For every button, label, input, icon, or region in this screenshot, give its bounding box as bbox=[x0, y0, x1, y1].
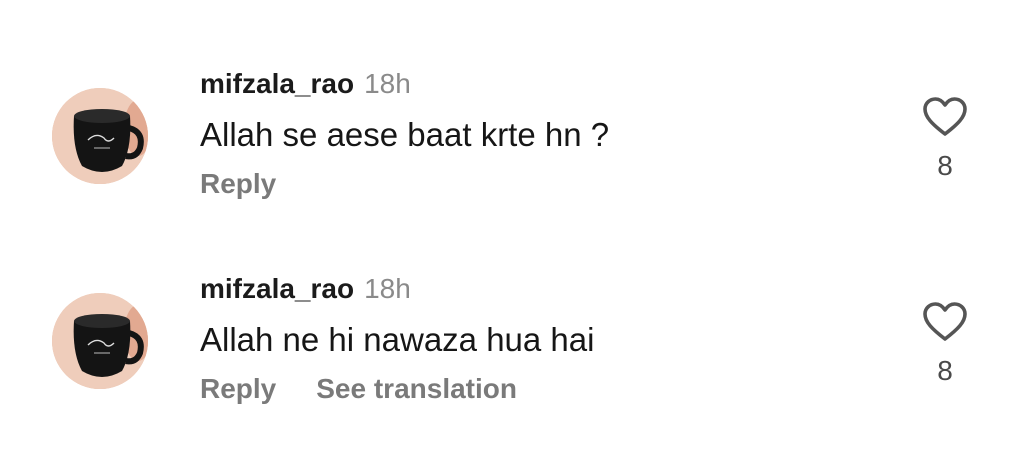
mug-photo bbox=[52, 293, 148, 389]
username[interactable]: mifzala_rao bbox=[200, 273, 354, 304]
username[interactable]: mifzala_rao bbox=[200, 68, 354, 99]
comment-actions: Reply bbox=[200, 166, 276, 202]
avatar[interactable] bbox=[52, 88, 148, 184]
heart-icon[interactable] bbox=[922, 96, 968, 138]
comment-item: mifzala_rao 18h Allah ne hi nawaza hua ha… bbox=[0, 265, 1024, 455]
timestamp: 18h bbox=[364, 68, 411, 99]
like-control: 8 bbox=[918, 96, 972, 182]
reply-button[interactable]: Reply bbox=[200, 168, 276, 199]
heart-icon[interactable] bbox=[922, 301, 968, 343]
like-count: 8 bbox=[937, 355, 953, 386]
comment-text: Allah se aese baat krte hn ? bbox=[200, 116, 610, 153]
avatar[interactable] bbox=[52, 293, 148, 389]
timestamp: 18h bbox=[364, 273, 411, 304]
like-count: 8 bbox=[937, 150, 953, 181]
comment-header: mifzala_rao 18h bbox=[200, 66, 411, 102]
comment-text: Allah ne hi nawaza hua hai bbox=[200, 321, 595, 358]
like-control: 8 bbox=[918, 301, 972, 387]
comment-item: mifzala_rao 18h Allah se aese baat krte h… bbox=[0, 60, 1024, 250]
see-translation-button[interactable]: See translation bbox=[316, 373, 517, 404]
comment-header: mifzala_rao 18h bbox=[200, 271, 411, 307]
mug-photo bbox=[52, 88, 148, 184]
comment-actions: Reply See translation bbox=[200, 371, 517, 407]
reply-button[interactable]: Reply bbox=[200, 373, 276, 404]
